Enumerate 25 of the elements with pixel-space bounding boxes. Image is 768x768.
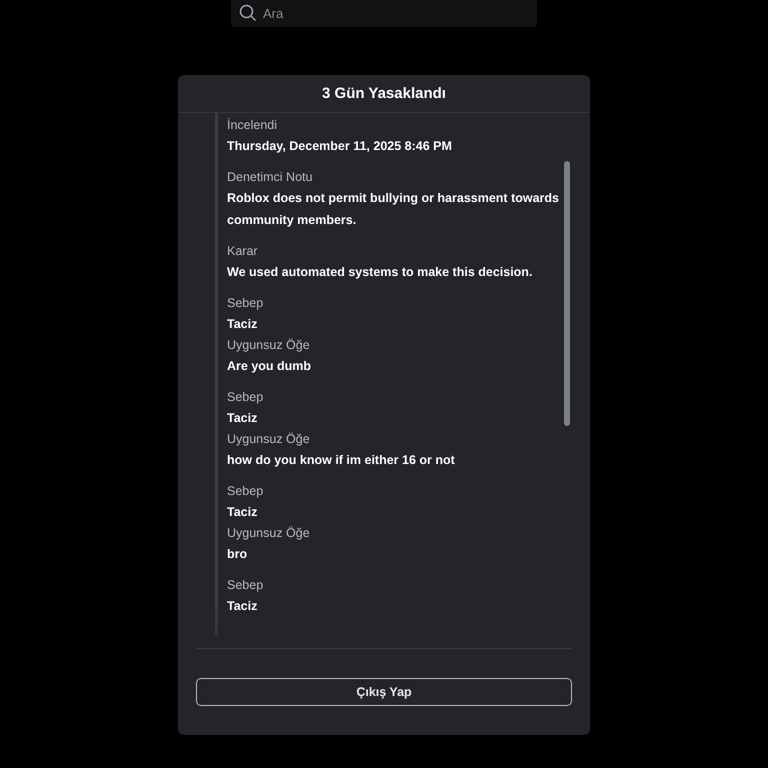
field-label: Uygunsuz Öğe bbox=[227, 431, 311, 448]
field-value: Taciz bbox=[227, 410, 258, 427]
field-label: Denetimci Notu bbox=[227, 169, 314, 186]
field-value: bro bbox=[227, 546, 248, 563]
field-label: Uygunsuz Öğe bbox=[227, 337, 311, 354]
field-label: Sebep bbox=[227, 295, 264, 312]
field-label: İncelendi bbox=[227, 117, 278, 134]
field-value: Taciz bbox=[227, 316, 258, 333]
search-field[interactable]: Ara bbox=[231, 0, 537, 27]
field-value: Thursday, December 11, 2025 8:46 PM bbox=[227, 138, 453, 155]
field-label: Sebep bbox=[227, 577, 264, 594]
field-value: Taciz bbox=[227, 504, 258, 521]
field-label: Sebep bbox=[227, 483, 264, 500]
dialog-title: 3 Gün Yasaklandı bbox=[178, 75, 590, 113]
search-icon bbox=[239, 4, 257, 22]
field-label: Karar bbox=[227, 243, 259, 260]
field-label: Uygunsuz Öğe bbox=[227, 525, 311, 542]
field-value: Taciz bbox=[227, 598, 258, 615]
field-value: Roblox does not permit bullying or harassment towards community members. bbox=[227, 190, 560, 229]
field-value: how do you know if im either 16 or not bbox=[227, 452, 456, 469]
scrollbar-thumb[interactable] bbox=[564, 161, 570, 426]
logout-button[interactable]: Çıkış Yap bbox=[196, 678, 572, 706]
field-value: Are you dumb bbox=[227, 358, 312, 375]
field-label: Sebep bbox=[227, 389, 264, 406]
field-value: We used automated systems to make this decision. bbox=[227, 264, 534, 281]
